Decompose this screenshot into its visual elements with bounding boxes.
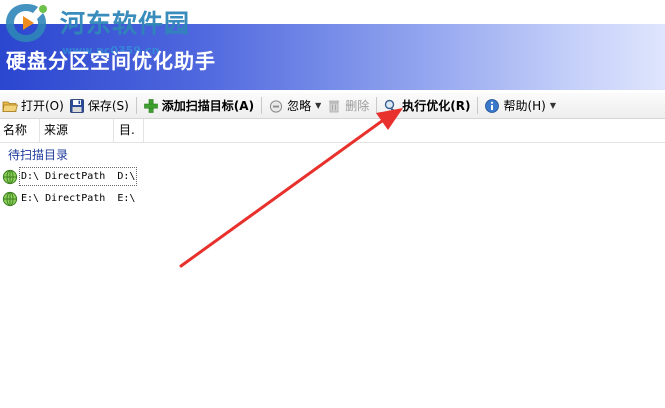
magnifier-icon — [385, 99, 397, 113]
help-label: 帮助(H) — [503, 99, 546, 113]
ignore-button[interactable]: 忽略 ▼ — [266, 95, 324, 117]
open-button[interactable]: 打开(O) — [0, 95, 67, 117]
info-icon — [485, 98, 500, 113]
open-label: 打开(O) — [21, 99, 64, 113]
app-title: 硬盘分区空间优化助手 — [6, 49, 216, 73]
green-plus-icon — [143, 98, 158, 113]
toolbar-separator — [477, 97, 479, 114]
group-title: 待扫描目录 — [8, 148, 69, 162]
save-button[interactable]: 保存(S) — [67, 95, 132, 117]
chevron-down-icon[interactable]: ▼ — [315, 101, 321, 110]
toolbar: 打开(O) 保存(S) 添加扫描目标(A) 忽略 ▼ 删除 执行优化(R) 帮助… — [0, 93, 665, 119]
green-globe-icon — [2, 169, 18, 184]
save-label: 保存(S) — [87, 99, 129, 113]
toolbar-separator — [135, 97, 137, 114]
delete-button[interactable]: 删除 — [324, 95, 372, 117]
add-scan-target-label: 添加扫描目标(A) — [161, 99, 255, 113]
green-globe-icon — [2, 191, 18, 206]
chevron-down-icon[interactable]: ▼ — [550, 101, 556, 110]
folder-open-icon — [2, 101, 18, 112]
trash-icon — [329, 100, 340, 112]
run-optimize-button[interactable]: 执行优化(R) — [381, 95, 473, 117]
run-optimize-label: 执行优化(R) — [402, 99, 471, 113]
list-item-text: E:\ DirectPath E:\ — [21, 193, 136, 204]
list-item-text: D:\ DirectPath D:\ — [18, 167, 138, 186]
column-header-name[interactable]: 名称 — [0, 119, 40, 142]
ignore-icon — [269, 99, 283, 113]
column-header-source[interactable]: 来源 — [40, 119, 114, 142]
header-banner: 河东软件园 www.pc0359.cn 硬盘分区空间优化助手 — [0, 0, 665, 93]
help-button[interactable]: 帮助(H) ▼ — [482, 95, 559, 117]
delete-label: 删除 — [345, 99, 370, 113]
add-scan-target-button[interactable]: 添加扫描目标(A) — [141, 95, 257, 117]
ignore-label: 忽略 — [287, 99, 312, 113]
list-column-header: 名称 来源 目. — [0, 119, 665, 143]
list-item[interactable]: D:\ DirectPath D:\ — [2, 167, 138, 186]
toolbar-separator — [376, 97, 378, 114]
column-header-target[interactable]: 目. — [114, 119, 144, 142]
list-item[interactable]: E:\ DirectPath E:\ — [2, 189, 136, 208]
watermark-logo-icon — [6, 4, 47, 42]
toolbar-separator — [261, 97, 263, 114]
watermark-text: 河东软件园 — [60, 9, 191, 38]
floppy-disk-icon — [69, 98, 84, 113]
